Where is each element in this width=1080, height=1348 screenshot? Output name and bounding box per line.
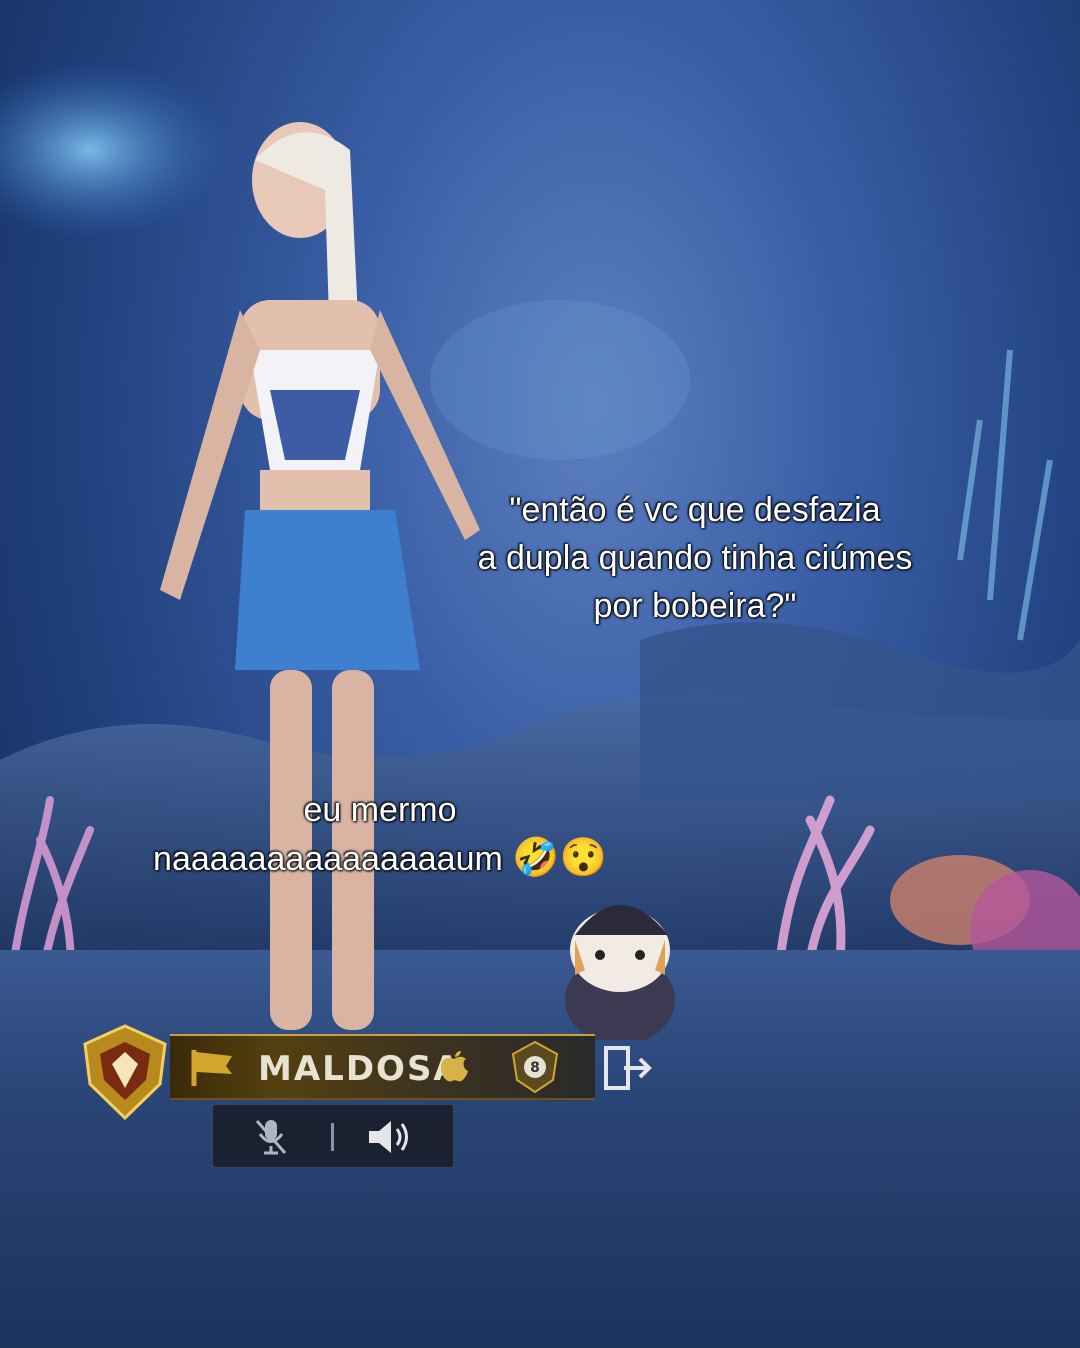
caption-line: naaaaaaaaaaaaaaaum 🤣😯 [120,834,640,883]
rofl-emoji: 🤣 [512,837,560,879]
rank-badge-icon[interactable] [80,1024,170,1120]
caption-text: naaaaaaaaaaaaaaaum [153,840,503,878]
player-name: MALDOSA [258,1049,462,1089]
voice-controls [212,1104,454,1168]
exit-icon[interactable] [600,1044,656,1094]
caption-line: eu mermo [303,791,457,829]
caption-line: a dupla quando tinha ciúmes [477,539,913,577]
rank-emblem-icon: 8 [511,1040,559,1094]
flag-icon [191,1050,232,1086]
rank-number: 8 [530,1060,540,1076]
pet-cat [565,905,675,1040]
apple-icon [440,1051,468,1082]
caption-line: "então é vc que desfazia [509,491,881,529]
mic-muted-icon[interactable] [253,1117,289,1157]
player-character [160,122,480,1030]
divider [331,1123,334,1151]
player-name-bar[interactable]: MALDOSA 8 [170,1034,595,1100]
caption-question: "então é vc que desfazia a dupla quando … [440,486,950,630]
game-lobby-scene: "então é vc que desfazia a dupla quando … [0,0,1080,1348]
caption-line: por bobeira?" [593,587,797,625]
speaker-icon[interactable] [365,1117,413,1157]
caption-answer: eu mermo naaaaaaaaaaaaaaaum 🤣😯 [120,786,640,883]
surprised-emoji: 😯 [559,837,607,879]
